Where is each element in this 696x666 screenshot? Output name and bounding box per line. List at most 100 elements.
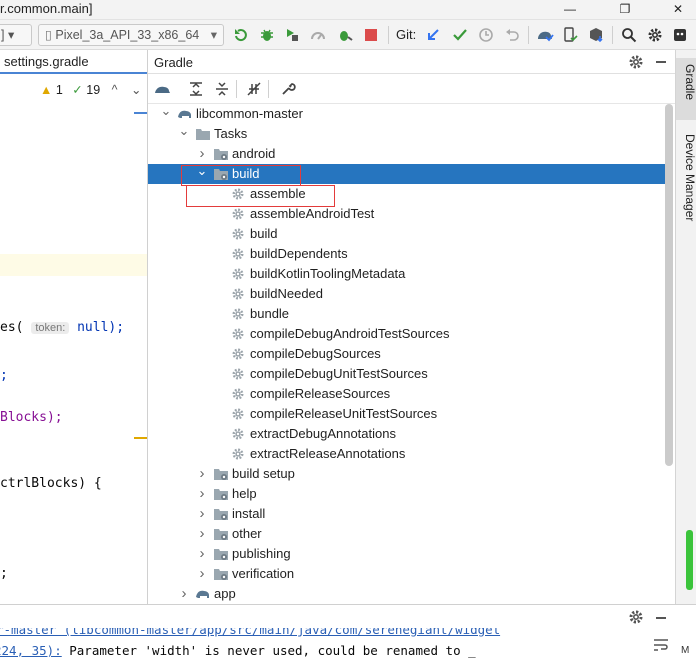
expand-chevron-icon[interactable]: › xyxy=(196,144,208,164)
bottom-settings-icon[interactable] xyxy=(628,609,644,628)
tree-node[interactable]: › build setup xyxy=(148,464,665,484)
memory-indicator[interactable] xyxy=(686,530,693,590)
tree-node-label: compileReleaseUnitTestSources xyxy=(250,406,438,421)
task-item[interactable]: extractReleaseAnnotations xyxy=(148,444,665,464)
rollback-icon[interactable] xyxy=(503,26,521,44)
title-bar: r.common.main] — ❐ ✕ xyxy=(0,0,696,20)
tree-node-label: buildDependents xyxy=(250,246,348,261)
attach-debugger-icon[interactable] xyxy=(336,26,354,44)
folder-gear-icon xyxy=(213,547,229,561)
toolbar-separator xyxy=(612,26,613,44)
gradle-toolbar xyxy=(148,74,675,104)
tree-node-label: extractDebugAnnotations xyxy=(250,426,396,441)
soft-wrap-icon[interactable] xyxy=(652,637,670,656)
tree-node[interactable]: › android xyxy=(148,144,665,164)
inspection-widget[interactable]: ▲ 1 ✓ 19 ^ ⌄ xyxy=(40,82,142,97)
tree-node-label: assembleAndroidTest xyxy=(250,206,375,221)
debug-icon[interactable] xyxy=(258,26,276,44)
code-line: es( token: null); xyxy=(0,320,125,335)
profiler-icon[interactable] xyxy=(309,26,327,44)
gutter-warning-marker xyxy=(134,437,147,439)
weak-warnings-count: 19 xyxy=(86,83,101,97)
previous-highlight-icon[interactable]: ^ xyxy=(112,83,118,97)
tree-node-label: bundle xyxy=(250,306,290,321)
expand-chevron-icon[interactable]: › xyxy=(196,464,208,484)
tree-node[interactable]: › other xyxy=(148,524,665,544)
restore-icon[interactable]: ❐ xyxy=(607,0,643,20)
highlight-box-build xyxy=(181,165,301,186)
collapse-chevron-icon[interactable]: ⌄ xyxy=(178,124,190,144)
tree-node-label: verification xyxy=(232,566,295,581)
code-line: ; xyxy=(0,368,8,383)
build-tool-settings-icon[interactable] xyxy=(280,81,296,100)
tree-node[interactable]: › verification xyxy=(148,564,665,584)
task-item[interactable]: build xyxy=(148,224,665,244)
task-item[interactable]: compileReleaseSources xyxy=(148,384,665,404)
gradle-strip-tab[interactable]: Gradle xyxy=(676,58,696,120)
device-manager-icon[interactable] xyxy=(561,26,579,44)
expand-chevron-icon[interactable]: › xyxy=(196,564,208,584)
folder-icon xyxy=(195,127,211,141)
history-icon[interactable] xyxy=(477,26,495,44)
tree-node[interactable]: › app xyxy=(148,584,665,604)
tree-node[interactable]: ⌄ Tasks xyxy=(148,124,665,144)
panel-settings-icon[interactable] xyxy=(628,54,644,73)
tree-node-label: Tasks xyxy=(214,126,248,141)
task-item[interactable]: buildDependents xyxy=(148,244,665,264)
task-item[interactable]: extractDebugAnnotations xyxy=(148,424,665,444)
toggle-offline-mode-icon[interactable] xyxy=(246,81,262,100)
coverage-icon[interactable] xyxy=(283,26,301,44)
tree-node-label: android xyxy=(232,146,276,161)
hide-panel-icon[interactable] xyxy=(656,61,666,63)
task-item[interactable]: compileDebugUnitTestSources xyxy=(148,364,665,384)
code-editor[interactable]: settings.gradle ▲ 1 ✓ 19 ^ ⌄ es( token: … xyxy=(0,50,148,604)
tree-node[interactable]: ⌄ libcommon-master xyxy=(148,104,665,124)
task-item[interactable]: buildKotlinToolingMetadata xyxy=(148,264,665,284)
gear-icon xyxy=(231,387,247,401)
folder-gear-icon xyxy=(213,567,229,581)
tree-node-label: other xyxy=(232,526,262,541)
gradle-sync-icon[interactable] xyxy=(536,26,554,44)
next-highlight-icon[interactable]: ⌄ xyxy=(131,83,141,97)
expand-chevron-icon[interactable]: › xyxy=(196,524,208,544)
tree-node-label: compileDebugSources xyxy=(250,346,381,361)
device-manager-strip-tab[interactable]: Device Manager xyxy=(676,130,696,240)
search-icon[interactable] xyxy=(620,26,638,44)
expand-chevron-icon[interactable]: › xyxy=(196,484,208,504)
collapse-chevron-icon[interactable]: ⌄ xyxy=(160,104,172,124)
console-link[interactable]: 224, 35): xyxy=(0,643,62,658)
editor-tab-settings-gradle[interactable]: settings.gradle xyxy=(0,50,147,74)
assistant-icon[interactable] xyxy=(672,26,690,44)
run-config-selector[interactable]: ] ▾ xyxy=(0,24,32,46)
bottom-hide-icon[interactable] xyxy=(656,617,666,619)
task-item[interactable]: buildNeeded xyxy=(148,284,665,304)
git-update-icon[interactable] xyxy=(424,26,442,44)
task-item[interactable]: compileDebugSources xyxy=(148,344,665,364)
expand-chevron-icon[interactable]: › xyxy=(196,504,208,524)
expand-chevron-icon[interactable]: › xyxy=(178,584,190,604)
tree-node[interactable]: › install xyxy=(148,504,665,524)
settings-gear-icon[interactable] xyxy=(646,26,664,44)
elephant-icon xyxy=(177,107,193,121)
console-line[interactable]: r-master (libcommon-master/app/src/main/… xyxy=(0,628,500,637)
apply-changes-icon[interactable] xyxy=(232,26,250,44)
expand-all-icon[interactable] xyxy=(188,81,204,100)
stop-icon[interactable] xyxy=(362,26,380,44)
close-icon[interactable]: ✕ xyxy=(660,0,696,20)
minimize-icon[interactable]: — xyxy=(552,0,588,20)
task-item[interactable]: assembleAndroidTest xyxy=(148,204,665,224)
task-item[interactable]: compileDebugAndroidTestSources xyxy=(148,324,665,344)
task-item[interactable]: bundle xyxy=(148,304,665,324)
task-item[interactable]: compileReleaseUnitTestSources xyxy=(148,404,665,424)
gear-icon xyxy=(231,307,247,321)
expand-chevron-icon[interactable]: › xyxy=(196,544,208,564)
tree-node[interactable]: › publishing xyxy=(148,544,665,564)
sdk-manager-icon[interactable] xyxy=(587,26,605,44)
collapse-all-icon[interactable] xyxy=(214,81,230,100)
device-selector[interactable]: ▯ Pixel_3a_API_33_x86_64 ▾ xyxy=(38,24,224,46)
tree-node[interactable]: › help xyxy=(148,484,665,504)
git-commit-icon[interactable] xyxy=(451,26,469,44)
tree-scrollbar[interactable] xyxy=(665,104,673,466)
folder-gear-icon xyxy=(213,147,229,161)
gradle-reload-icon[interactable] xyxy=(154,81,172,100)
